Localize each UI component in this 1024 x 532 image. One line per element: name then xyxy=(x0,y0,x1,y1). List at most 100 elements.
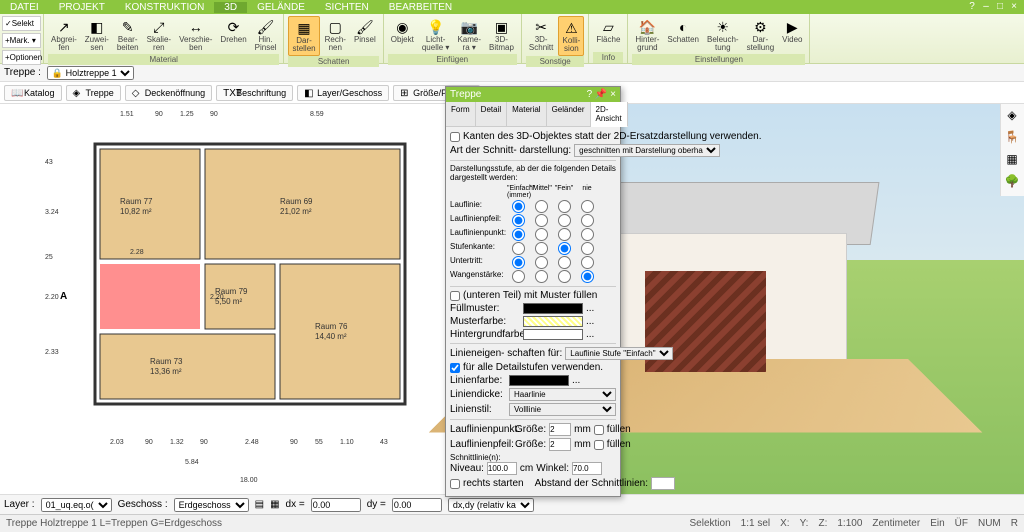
select-button[interactable]: ✓Selekt xyxy=(2,16,41,31)
ribbon-pinsel[interactable]: 🖌Pinsel xyxy=(351,16,379,56)
linien-select[interactable]: Lauflinie Stufe "Einfach" xyxy=(565,347,673,360)
tree-icon[interactable]: 🌳 xyxy=(1003,174,1021,192)
ribbon-drehen[interactable]: ⟳Drehen xyxy=(217,16,249,54)
tab-2d-ansicht[interactable]: 2D-Ansicht xyxy=(591,102,628,127)
radio-Lauflinie:-2[interactable] xyxy=(558,200,571,213)
mark-button[interactable]: +Mark. ▾ xyxy=(2,33,41,48)
menu-sichten[interactable]: SICHTEN xyxy=(315,2,379,13)
radio-Lauflinienpunkt:-2[interactable] xyxy=(558,228,571,241)
btn-beschriftung[interactable]: TXTBeschriftung xyxy=(216,85,293,101)
ribbon-licht-quelle-[interactable]: 💡Licht-quelle ▾ xyxy=(419,16,453,54)
layer-select[interactable]: 01_uq.eq.o( xyxy=(41,498,112,512)
abstand-input[interactable] xyxy=(651,477,675,490)
menu-datei[interactable]: DATEI xyxy=(0,2,49,13)
btn-layer-geschoss[interactable]: ◧Layer/Geschoss xyxy=(297,85,389,101)
llpunkt-fill[interactable] xyxy=(594,425,604,435)
ribbon-3d-schnitt[interactable]: ✂3D-Schnitt xyxy=(526,16,556,56)
plan-view[interactable]: 1.51 90 1.25 90 8.59 43 3.24 25 2.20 2.3… xyxy=(0,104,445,494)
menu-konstruktion[interactable]: KONSTRUKTION xyxy=(115,2,214,13)
radio-Lauflinienpunkt:-1[interactable] xyxy=(535,228,548,241)
chk-rechts[interactable] xyxy=(450,479,460,489)
radio-Untertritt:-2[interactable] xyxy=(558,256,571,269)
treppe-select[interactable]: 🔒 Holztreppe 1 xyxy=(47,66,134,80)
winkel-input[interactable] xyxy=(572,462,602,475)
ribbon-hinter-grund[interactable]: 🏠Hinter-grund xyxy=(632,16,662,54)
tab-gelaender[interactable]: Geländer xyxy=(547,102,591,126)
ribbon-abgrei-fen[interactable]: ↗Abgrei-fen xyxy=(48,16,80,54)
ribbon-3d-bitmap[interactable]: ▣3D-Bitmap xyxy=(486,16,517,54)
help-icon[interactable]: ? xyxy=(966,1,978,13)
radio-Stufenkante:-1[interactable] xyxy=(535,242,548,255)
radio-Wangenstärke:-3[interactable] xyxy=(581,270,594,283)
radio-Lauflinie:-3[interactable] xyxy=(581,200,594,213)
dy-input[interactable] xyxy=(392,498,442,512)
musterfarbe-more[interactable]: ... xyxy=(586,316,594,327)
radio-Wangenstärke:-2[interactable] xyxy=(558,270,571,283)
btn-katalog[interactable]: 📖Katalog xyxy=(4,85,62,101)
liniendicke-select[interactable]: Haarlinie xyxy=(509,388,616,401)
menu-gelaende[interactable]: GELÄNDE xyxy=(247,2,315,13)
radio-Untertritt:-3[interactable] xyxy=(581,256,594,269)
radio-Lauflinienpfeil:-0[interactable] xyxy=(512,214,525,227)
ribbon-dar-stellen[interactable]: ▦Dar-stellen xyxy=(288,16,319,56)
ribbon-beleuch-tung[interactable]: ☀Beleuch-tung xyxy=(704,16,742,54)
linienfarbe-swatch[interactable] xyxy=(509,375,569,386)
ribbon-schatten[interactable]: ◐Schatten xyxy=(664,16,702,54)
close-icon[interactable]: × xyxy=(1008,1,1020,13)
radio-Wangenstärke:-0[interactable] xyxy=(512,270,525,283)
menu-bearbeiten[interactable]: BEARBEITEN xyxy=(379,2,462,13)
panel-close-icon[interactable]: × xyxy=(610,89,616,100)
ribbon-verschie-ben[interactable]: ↔Verschie-ben xyxy=(176,16,215,54)
radio-Lauflinienpfeil:-1[interactable] xyxy=(535,214,548,227)
tab-form[interactable]: Form xyxy=(446,102,476,126)
musterfarbe-swatch[interactable] xyxy=(523,316,583,327)
schnitt-select[interactable]: geschnitten mit Darstellung oberha xyxy=(574,144,720,157)
radio-Lauflinie:-0[interactable] xyxy=(512,200,525,213)
coord-mode[interactable]: dx,dy (relativ ka xyxy=(448,498,534,512)
radio-Stufenkante:-0[interactable] xyxy=(512,242,525,255)
min-icon[interactable]: – xyxy=(980,1,992,13)
radio-Untertritt:-0[interactable] xyxy=(512,256,525,269)
fillmuster-more[interactable]: ... xyxy=(586,303,594,314)
radio-Lauflinienpunkt:-0[interactable] xyxy=(512,228,525,241)
menu-3d[interactable]: 3D xyxy=(214,2,247,13)
dx-input[interactable] xyxy=(311,498,361,512)
tab-material[interactable]: Material xyxy=(507,102,546,126)
radio-Stufenkante:-3[interactable] xyxy=(581,242,594,255)
menu-projekt[interactable]: PROJEKT xyxy=(49,2,115,13)
radio-Stufenkante:-2[interactable] xyxy=(558,242,571,255)
btn-treppe[interactable]: ◈Treppe xyxy=(66,85,121,101)
ribbon-video[interactable]: ▶Video xyxy=(779,16,805,54)
btn-decken-ffnung[interactable]: ◇Deckenöffnung xyxy=(125,85,212,101)
tab-detail[interactable]: Detail xyxy=(476,102,507,126)
linienfarbe-more[interactable]: ... xyxy=(572,375,580,386)
ribbon-hin-pinsel[interactable]: 🖌Hin.Pinsel xyxy=(252,16,280,54)
ribbon-zuwei-sen[interactable]: ◧Zuwei-sen xyxy=(82,16,112,54)
linienstil-select[interactable]: Volllinie xyxy=(509,403,616,416)
chk-muster[interactable] xyxy=(450,291,460,301)
hintergrund-more[interactable]: ... xyxy=(586,329,594,340)
ribbon-bear-beiten[interactable]: ✎Bear-beiten xyxy=(114,16,142,54)
ribbon-skalie-ren[interactable]: ⤢Skalie-ren xyxy=(144,16,174,54)
ribbon-kolli-sion[interactable]: ⚠Kolli-sion xyxy=(558,16,584,56)
ribbon-fl-che[interactable]: ▱Fläche xyxy=(593,16,623,52)
ribbon-rech-nen[interactable]: ▢Rech-nen xyxy=(322,16,349,56)
ribbon-kame-ra-[interactable]: 📷Kame-ra ▾ xyxy=(454,16,484,54)
radio-Untertritt:-1[interactable] xyxy=(535,256,548,269)
llpfeil-size[interactable] xyxy=(549,438,571,451)
hintergrund-swatch[interactable] xyxy=(523,329,583,340)
optionen-button[interactable]: +Optionen xyxy=(2,50,41,65)
radio-Lauflinie:-1[interactable] xyxy=(535,200,548,213)
radio-Lauflinienpfeil:-3[interactable] xyxy=(581,214,594,227)
fillmuster-swatch[interactable] xyxy=(523,303,583,314)
llpunkt-size[interactable] xyxy=(549,423,571,436)
layers-icon[interactable]: ◈ xyxy=(1003,108,1021,126)
ribbon-objekt[interactable]: ◉Objekt xyxy=(388,16,417,54)
chk-3d-kanten[interactable] xyxy=(450,132,460,142)
panel-pin-icon[interactable]: 📌 xyxy=(595,89,607,100)
radio-Lauflinienpfeil:-2[interactable] xyxy=(558,214,571,227)
radio-Lauflinienpunkt:-3[interactable] xyxy=(581,228,594,241)
niveau-input[interactable] xyxy=(487,462,517,475)
palette-icon[interactable]: ▦ xyxy=(1003,152,1021,170)
radio-Wangenstärke:-1[interactable] xyxy=(535,270,548,283)
